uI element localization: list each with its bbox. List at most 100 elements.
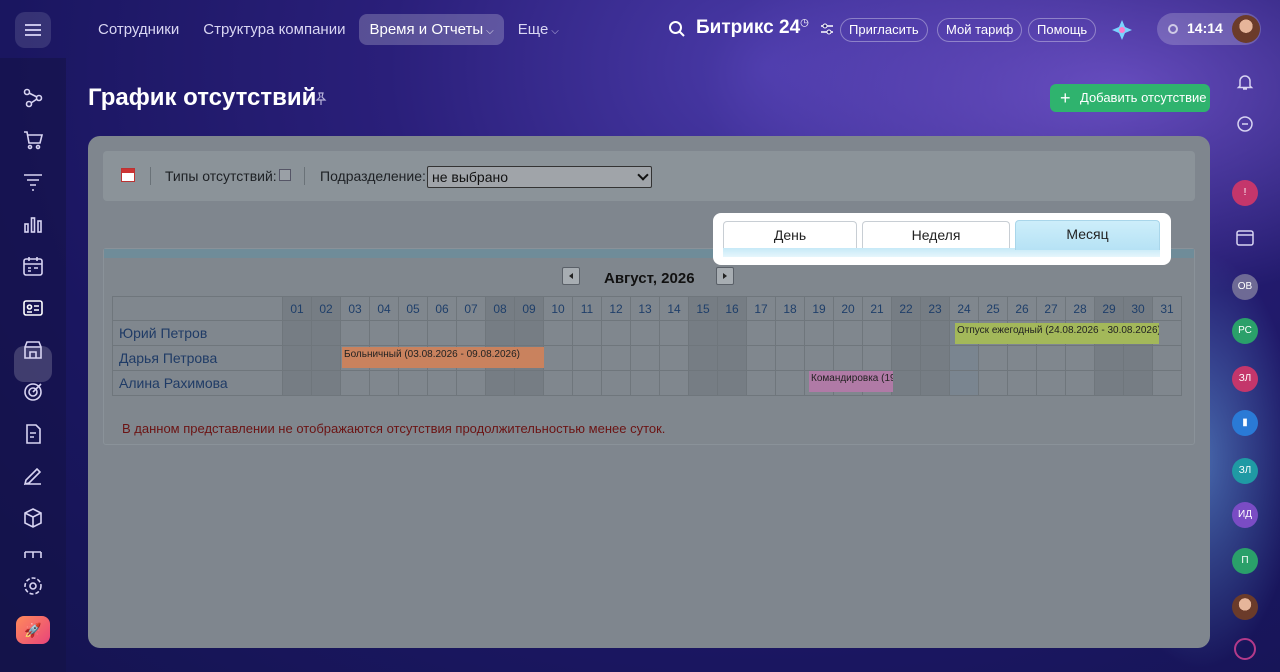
day-cell[interactable] bbox=[862, 320, 892, 346]
rail-avatar-rs[interactable]: РС bbox=[1232, 318, 1258, 344]
day-cell[interactable] bbox=[978, 370, 1008, 396]
rail-avatar-ov[interactable]: ОВ bbox=[1232, 274, 1258, 300]
rail-chat-icon[interactable] bbox=[1234, 638, 1256, 660]
day-cell[interactable] bbox=[601, 320, 631, 346]
day-cell[interactable] bbox=[775, 345, 805, 371]
day-cell[interactable] bbox=[630, 320, 660, 346]
day-cell[interactable] bbox=[1094, 370, 1124, 396]
calendar-icon[interactable] bbox=[121, 168, 135, 182]
day-cell[interactable] bbox=[601, 345, 631, 371]
day-cell[interactable] bbox=[514, 320, 544, 346]
day-cell[interactable] bbox=[746, 345, 776, 371]
employee-name[interactable]: Юрий Петров bbox=[112, 320, 283, 346]
shop-cart-icon[interactable] bbox=[21, 128, 45, 152]
day-cell[interactable] bbox=[601, 370, 631, 396]
day-cell[interactable] bbox=[833, 320, 863, 346]
day-cell[interactable] bbox=[398, 370, 428, 396]
day-cell[interactable] bbox=[775, 320, 805, 346]
prev-month-button[interactable] bbox=[562, 267, 580, 285]
absence-trip-bar[interactable]: Командировка (19 bbox=[809, 371, 893, 392]
day-cell[interactable] bbox=[572, 320, 602, 346]
day-cell[interactable] bbox=[340, 320, 370, 346]
day-cell[interactable] bbox=[311, 345, 341, 371]
day-cell[interactable] bbox=[891, 320, 921, 346]
day-cell[interactable] bbox=[630, 345, 660, 371]
day-cell[interactable] bbox=[543, 345, 573, 371]
day-cell[interactable] bbox=[543, 370, 573, 396]
target-icon[interactable] bbox=[21, 380, 45, 404]
nav-time-reports[interactable]: Время и Отчеты ⌵ bbox=[359, 14, 504, 45]
day-cell[interactable] bbox=[1094, 345, 1124, 371]
day-cell[interactable] bbox=[1036, 370, 1066, 396]
day-cell[interactable] bbox=[369, 320, 399, 346]
day-cell[interactable] bbox=[572, 345, 602, 371]
help-button[interactable]: Помощь bbox=[1028, 18, 1097, 42]
day-cell[interactable] bbox=[543, 320, 573, 346]
day-cell[interactable] bbox=[746, 370, 776, 396]
rail-avatar-p[interactable]: П bbox=[1232, 548, 1258, 574]
day-cell[interactable] bbox=[775, 370, 805, 396]
day-cell[interactable] bbox=[688, 320, 718, 346]
worktime-widget[interactable]: 14:14 bbox=[1157, 13, 1261, 45]
copilot-icon[interactable] bbox=[1110, 18, 1134, 42]
day-cell[interactable] bbox=[485, 320, 515, 346]
day-cell[interactable] bbox=[1152, 370, 1182, 396]
day-cell[interactable] bbox=[282, 370, 312, 396]
brand-logo[interactable]: Битрикс 24◷ bbox=[696, 17, 809, 39]
day-cell[interactable] bbox=[891, 370, 921, 396]
menu-toggle-button[interactable] bbox=[15, 12, 51, 48]
day-cell[interactable] bbox=[1065, 370, 1095, 396]
day-cell[interactable] bbox=[311, 370, 341, 396]
day-cell[interactable] bbox=[427, 320, 457, 346]
employee-name[interactable]: Дарья Петрова bbox=[112, 345, 283, 371]
day-cell[interactable] bbox=[282, 320, 312, 346]
day-cell[interactable] bbox=[1007, 345, 1037, 371]
day-cell[interactable] bbox=[717, 345, 747, 371]
add-absence-button[interactable]: + Добавить отсутствие bbox=[1050, 84, 1210, 112]
day-cell[interactable] bbox=[1007, 370, 1037, 396]
rocket-icon[interactable]: 🚀 bbox=[16, 616, 50, 644]
next-month-button[interactable] bbox=[716, 267, 734, 285]
document-sign-icon[interactable] bbox=[21, 422, 45, 446]
day-cell[interactable] bbox=[688, 345, 718, 371]
bar-chart-icon[interactable] bbox=[21, 212, 45, 236]
department-select[interactable]: не выбрано bbox=[427, 166, 652, 188]
day-cell[interactable] bbox=[949, 370, 979, 396]
day-cell[interactable] bbox=[1123, 370, 1153, 396]
pin-icon[interactable] bbox=[314, 92, 328, 106]
day-cell[interactable] bbox=[1065, 345, 1095, 371]
gear-icon[interactable] bbox=[21, 574, 45, 598]
day-cell[interactable] bbox=[688, 370, 718, 396]
day-cell[interactable] bbox=[398, 320, 428, 346]
search-icon[interactable] bbox=[668, 20, 686, 38]
day-cell[interactable] bbox=[311, 320, 341, 346]
day-cell[interactable] bbox=[659, 345, 689, 371]
rail-avatar-id[interactable]: ИД bbox=[1232, 502, 1258, 528]
store-icon[interactable] bbox=[21, 338, 45, 362]
day-cell[interactable] bbox=[427, 370, 457, 396]
calendar-icon[interactable] bbox=[1234, 226, 1256, 248]
day-cell[interactable] bbox=[717, 320, 747, 346]
pen-icon[interactable] bbox=[21, 464, 45, 488]
day-cell[interactable] bbox=[572, 370, 602, 396]
more-icon[interactable] bbox=[21, 548, 45, 558]
day-cell[interactable] bbox=[804, 320, 834, 346]
tab-day[interactable]: День bbox=[723, 221, 857, 248]
absence-sick-bar[interactable]: Больничный (03.08.2026 - 09.08.2026) bbox=[342, 347, 544, 368]
rail-avatar-zl[interactable]: ЗЛ bbox=[1232, 366, 1258, 392]
day-cell[interactable] bbox=[920, 320, 950, 346]
day-cell[interactable] bbox=[717, 370, 747, 396]
day-cell[interactable] bbox=[456, 320, 486, 346]
day-cell[interactable] bbox=[485, 370, 515, 396]
avatar[interactable] bbox=[1232, 594, 1258, 620]
day-cell[interactable] bbox=[833, 345, 863, 371]
absence-vacation-bar[interactable]: Отпуск ежегодный (24.08.2026 - 30.08.202… bbox=[955, 323, 1159, 344]
employee-card-icon[interactable] bbox=[21, 296, 45, 320]
day-cell[interactable] bbox=[804, 345, 834, 371]
day-cell[interactable] bbox=[282, 345, 312, 371]
day-cell[interactable] bbox=[340, 370, 370, 396]
employee-name[interactable]: Алина Рахимова bbox=[112, 370, 283, 396]
day-cell[interactable] bbox=[891, 345, 921, 371]
nav-more[interactable]: Еще ⌵ bbox=[508, 14, 569, 45]
day-cell[interactable] bbox=[659, 370, 689, 396]
